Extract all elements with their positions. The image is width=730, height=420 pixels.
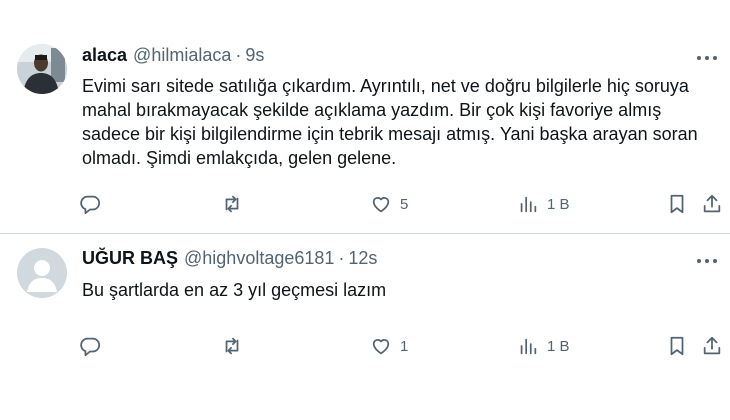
bookmark-icon <box>670 336 684 356</box>
tweet-1[interactable]: alaca @hilmialaca · 9s Evimi sarı sitede… <box>0 0 730 234</box>
reply-button[interactable] <box>79 331 101 361</box>
like-button[interactable]: 5 <box>370 189 408 219</box>
retweet-icon <box>225 195 239 213</box>
separator: · <box>338 248 345 268</box>
display-name[interactable]: UĞUR BAŞ <box>82 248 178 269</box>
bookmark-button[interactable] <box>666 331 688 361</box>
timestamp[interactable]: 9s <box>245 45 264 66</box>
username[interactable]: @hilmialaca <box>133 45 231 66</box>
user-photo-avatar <box>17 44 67 94</box>
reply-button[interactable] <box>79 189 101 219</box>
retweet-icon <box>225 337 239 355</box>
avatar[interactable] <box>17 248 67 298</box>
like-button[interactable]: 1 <box>370 331 408 361</box>
default-avatar-icon <box>17 248 67 298</box>
like-count: 5 <box>400 195 409 213</box>
share-button[interactable] <box>701 331 723 361</box>
views-count: 1 B <box>547 195 570 213</box>
bookmark-icon <box>670 194 684 214</box>
avatar[interactable] <box>17 44 67 94</box>
tweet-text: Bu şartlarda en az 3 yıl geçmesi lazım <box>82 280 387 300</box>
tweet-header: alaca @hilmialaca · 9s <box>82 45 264 66</box>
heart-icon <box>372 339 390 355</box>
share-icon <box>703 336 721 355</box>
share-icon <box>703 194 721 213</box>
views-button[interactable]: 1 B <box>517 331 570 361</box>
bookmark-button[interactable] <box>666 189 688 219</box>
tweet-2[interactable]: UĞUR BAŞ @highvoltage6181 · 12s Bu şartl… <box>0 234 730 420</box>
reply-icon <box>80 337 101 357</box>
username[interactable]: @highvoltage6181 <box>184 248 334 269</box>
views-icon <box>520 196 537 213</box>
retweet-button[interactable] <box>221 331 243 361</box>
views-button[interactable]: 1 B <box>517 189 570 219</box>
more-icon[interactable] <box>696 255 718 267</box>
action-bar: 5 1 B <box>76 189 726 219</box>
separator: · <box>235 45 242 65</box>
reply-icon <box>80 195 101 215</box>
more-icon[interactable] <box>696 52 718 64</box>
views-icon <box>520 338 537 355</box>
display-name[interactable]: alaca <box>82 45 127 66</box>
timestamp[interactable]: 12s <box>348 248 377 269</box>
share-button[interactable] <box>701 189 723 219</box>
heart-icon <box>372 197 390 213</box>
action-bar: 1 1 B <box>76 331 726 361</box>
retweet-button[interactable] <box>221 189 243 219</box>
like-count: 1 <box>400 337 409 355</box>
tweet-header: UĞUR BAŞ @highvoltage6181 · 12s <box>82 248 377 269</box>
tweet-text: Evimi sarı sitede satılığa çıkardım. Ayr… <box>82 76 698 168</box>
views-count: 1 B <box>547 337 570 355</box>
